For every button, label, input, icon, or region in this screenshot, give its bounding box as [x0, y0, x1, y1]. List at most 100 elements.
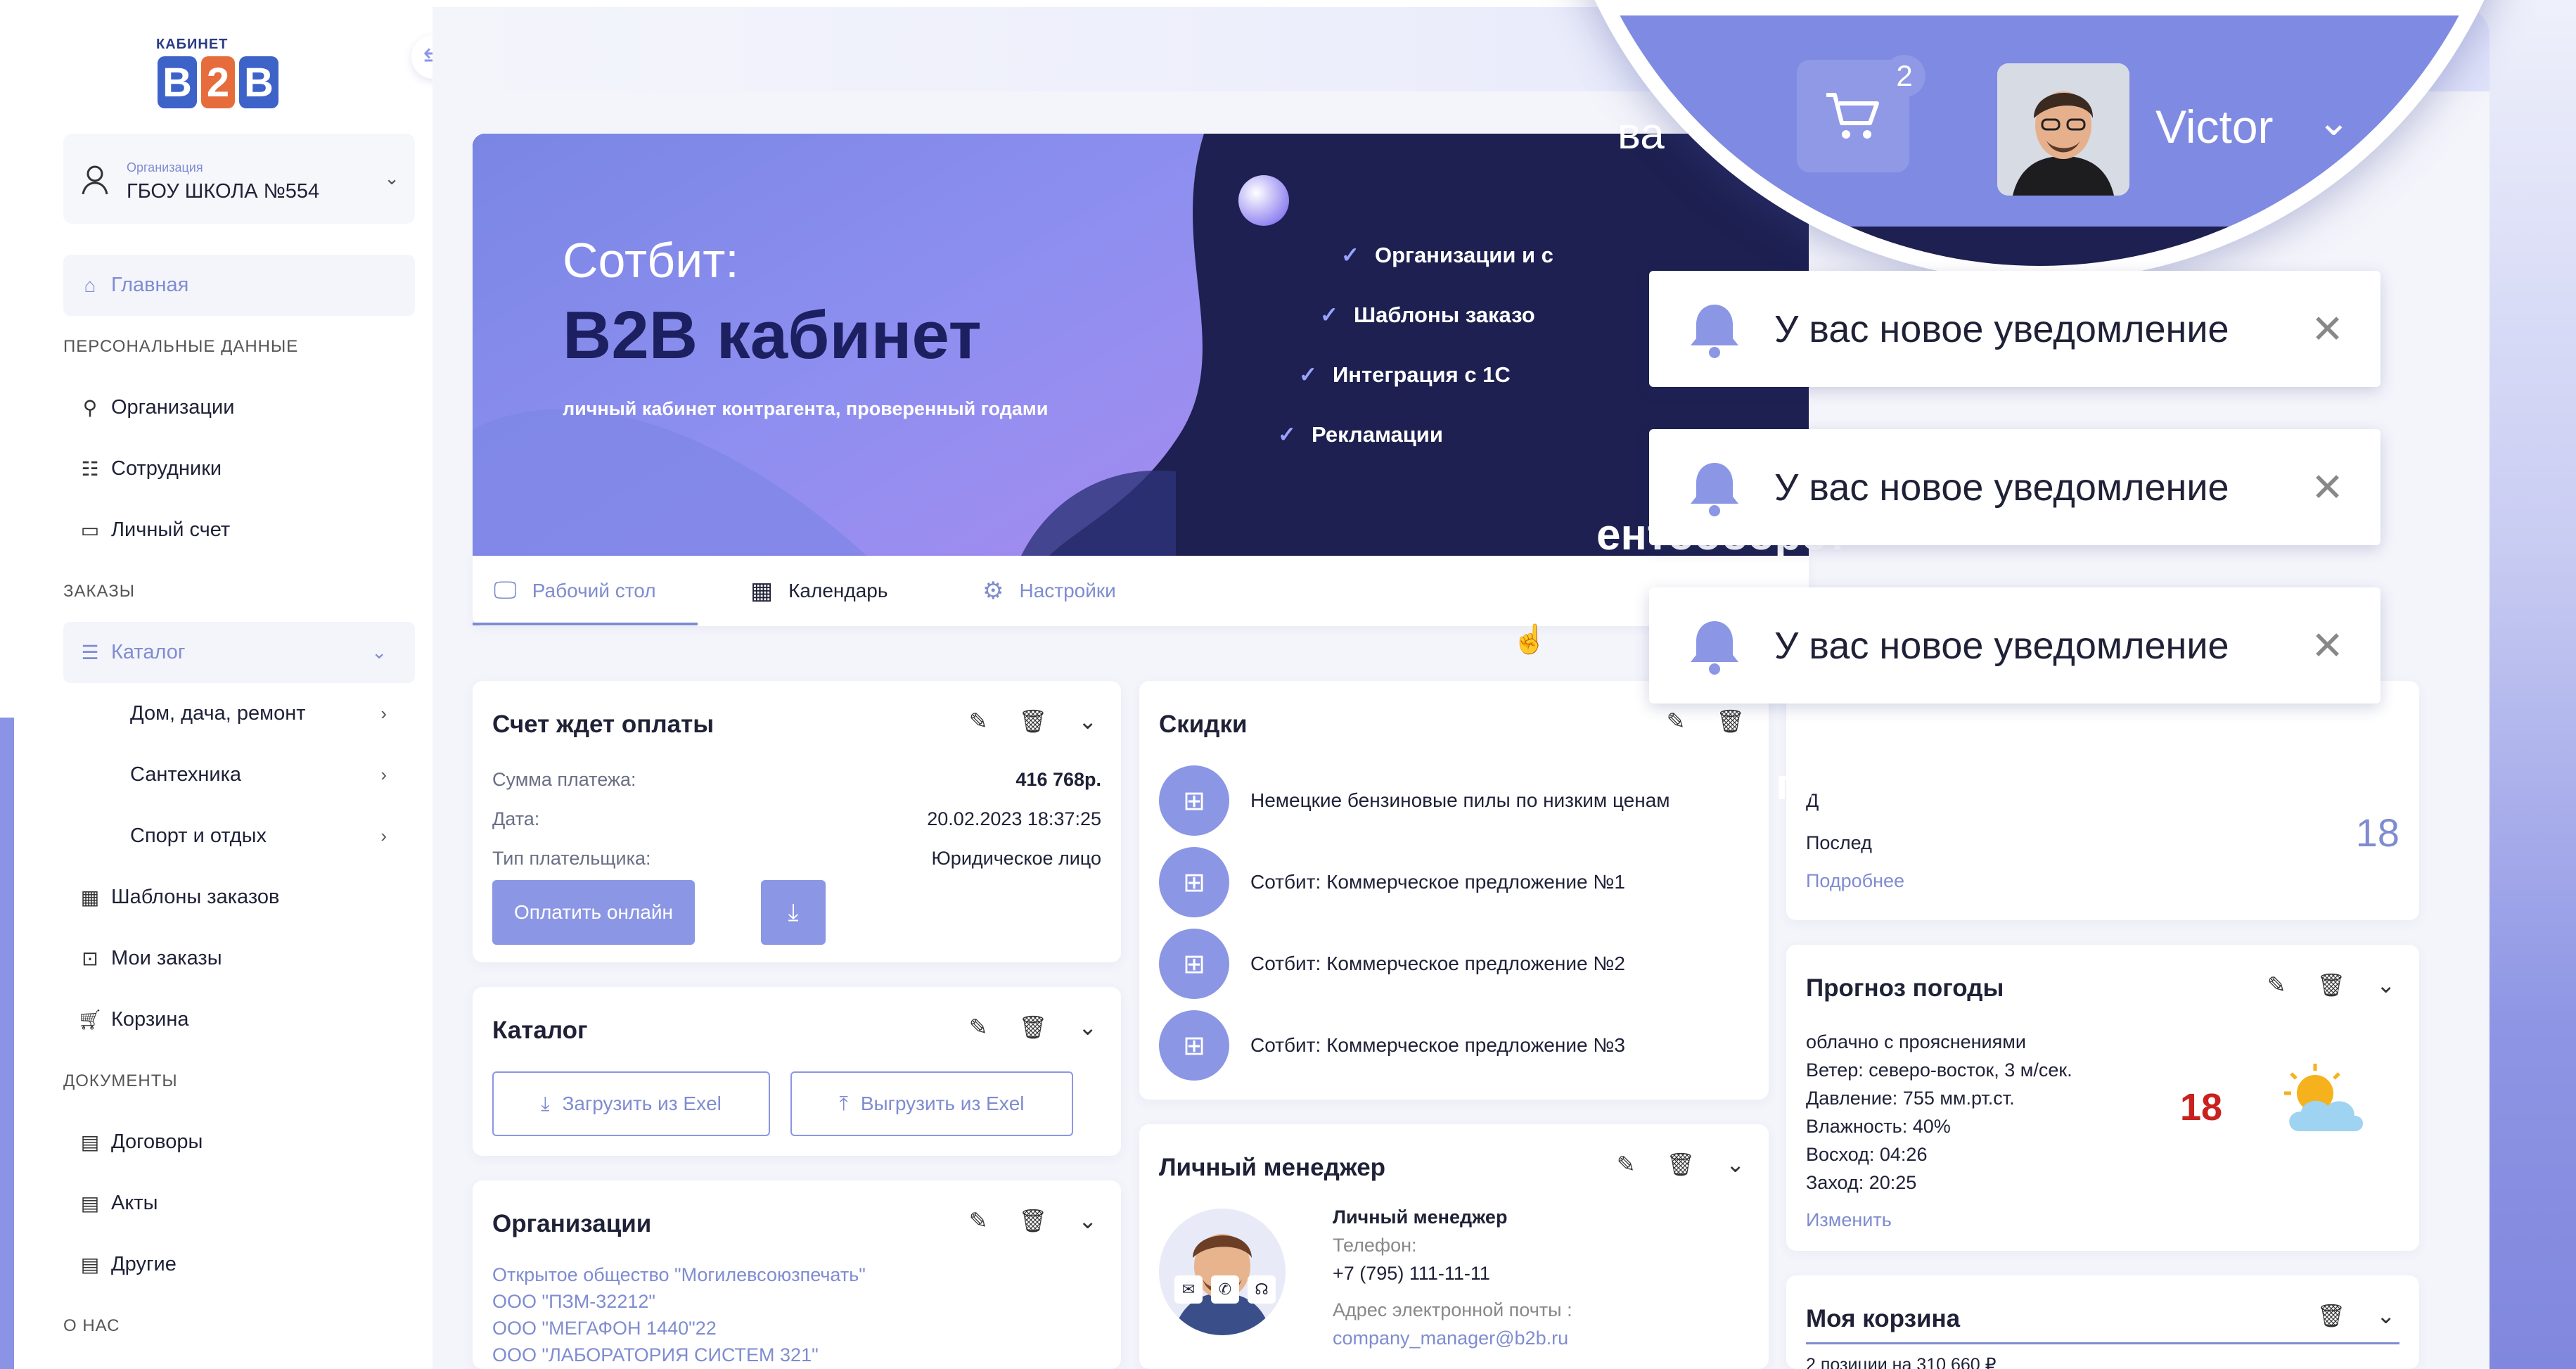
hero-bullet: ✓ Шаблоны заказо	[1320, 303, 1535, 328]
tab-desktop[interactable]: 🖵︎ Рабочий стол	[494, 577, 656, 604]
manager-card: Личный менеджер ✎ 🗑︎ ⌄ ✉ ✆ ☊ Личный менедж…	[1139, 1124, 1769, 1369]
notification-toast[interactable]: У вас новое уведомление ✕	[1649, 271, 2380, 387]
org-link[interactable]: ООО "ЛАБОРАТОРИЯ СИСТЕМ 321"	[492, 1342, 866, 1368]
weather-card: Прогноз погоды ✎ 🗑︎ ⌄ облачно с прояснения…	[1786, 945, 2419, 1251]
sidebar-item-employees[interactable]: ☷ Сотрудники	[63, 438, 415, 499]
chevron-down-icon[interactable]: ⌄	[2376, 972, 2395, 998]
cart-badge: 2	[1883, 55, 1925, 97]
pay-online-button[interactable]: Оплатить онлайн	[492, 880, 695, 945]
chevron-right-icon: ›	[380, 703, 387, 724]
upload-icon: ⤓	[541, 1092, 550, 1114]
trash-icon[interactable]: 🗑︎	[1716, 708, 1745, 734]
more-link[interactable]: Подробнее	[1806, 867, 1904, 894]
trash-icon[interactable]: 🗑︎	[1019, 1207, 1048, 1234]
sidebar-item-organizations[interactable]: ⚲ Организации	[63, 377, 415, 438]
pencil-icon[interactable]: ✎	[1667, 708, 1686, 734]
field-label: Сумма платежа:	[492, 769, 636, 790]
mail-icon[interactable]: ✉	[1174, 1275, 1203, 1304]
weather-line: Влажность: 40%	[1806, 1116, 1951, 1137]
zoomed-text-fragment: ва	[1617, 110, 1665, 158]
headset-icon[interactable]: ☊	[1248, 1275, 1276, 1304]
sidebar-item-contracts[interactable]: ▤ Договоры	[63, 1112, 415, 1173]
export-icon: ⤒	[839, 1092, 848, 1114]
sidebar-item-cat-sport[interactable]: Спорт и отдых ›	[63, 806, 415, 867]
logo[interactable]: КАБИНЕТ B 2 B	[148, 28, 295, 120]
check-icon: ✓	[1278, 422, 1296, 447]
sidebar-nav: ⌂ Главная ПЕРСОНАЛЬНЫЕ ДАННЫЕ ⚲ Организаци…	[63, 255, 415, 1356]
org-switcher[interactable]: Организация ГБОУ ШКОЛА №554 ⌄	[63, 134, 415, 224]
weather-details: облачно с прояснениями Ветер: северо-вос…	[1806, 1028, 2072, 1197]
change-link[interactable]: Изменить	[1806, 1206, 1892, 1233]
chevron-down-icon[interactable]: ⌄	[384, 167, 399, 189]
template-grid-icon: ▦	[80, 886, 100, 908]
download-exel-button[interactable]: ⤒ Выгрузить из Exel	[790, 1071, 1073, 1136]
trash-icon[interactable]: 🗑︎	[1019, 1014, 1048, 1040]
org-list: Открытое общество "Могилевсоюзпечать" ОО…	[492, 1261, 866, 1368]
chevron-down-icon: ⌄	[371, 642, 387, 663]
trash-icon[interactable]: 🗑︎	[1019, 708, 1048, 734]
button-label: Выгрузить из Exel	[860, 1093, 1025, 1114]
hero-title-line2: B2B кабинет	[563, 298, 982, 373]
chevron-down-icon[interactable]: ⌄	[1078, 1014, 1097, 1040]
pencil-icon[interactable]: ✎	[1617, 1151, 1636, 1178]
sidebar-item-catalog[interactable]: ☰ Каталог ⌄	[63, 622, 415, 683]
hero-bullet: ✓ Интеграция с 1С	[1299, 362, 1511, 388]
discount-item[interactable]: ⊞ Сотбит: Коммерческое предложение №1	[1159, 847, 1625, 917]
pencil-icon[interactable]: ✎	[969, 708, 988, 734]
org-name: ГБОУ ШКОЛА №554	[127, 180, 320, 203]
org-link[interactable]: ООО "ПЗМ-32212"	[492, 1288, 866, 1315]
catalog-card: Каталог ✎ 🗑︎ ⌄ ⤓ Загрузить из Exel ⤒ Выгрузи…	[473, 987, 1121, 1156]
notification-toast[interactable]: У вас новое уведомление ✕	[1649, 587, 2380, 703]
weather-line: облачно с прояснениями	[1806, 1031, 2026, 1052]
sidebar-item-templates[interactable]: ▦ Шаблоны заказов	[63, 867, 415, 928]
download-icon[interactable]: ⤓	[761, 880, 826, 945]
tab-calendar[interactable]: ▦ Календарь	[750, 577, 887, 605]
org-link[interactable]: ООО "МЕГАФОН 1440"22	[492, 1315, 866, 1342]
discount-item[interactable]: ⊞ Сотбит: Коммерческое предложение №2	[1159, 929, 1625, 999]
org-link[interactable]: Открытое общество "Могилевсоюзпечать"	[492, 1261, 866, 1288]
calendar-icon: ▦	[750, 578, 774, 604]
sidebar-item-cart[interactable]: 🛒︎ Корзина	[63, 989, 415, 1050]
manager-phone[interactable]: +7 (795) 111-11-11	[1333, 1259, 1572, 1287]
notification-text: У вас новое уведомление	[1774, 624, 2229, 667]
sidebar-item-account[interactable]: ▭ Личный счет	[63, 499, 415, 561]
notification-toast[interactable]: У вас новое уведомление ✕	[1649, 429, 2380, 545]
chevron-down-icon[interactable]: ⌄	[2317, 98, 2350, 145]
trash-icon[interactable]: 🗑︎	[2317, 1302, 2346, 1329]
upload-exel-button[interactable]: ⤓ Загрузить из Exel	[492, 1071, 770, 1136]
sidebar-item-acts[interactable]: ▤ Акты	[63, 1173, 415, 1234]
discount-item[interactable]: ⊞ Сотбит: Коммерческое предложение №3	[1159, 1010, 1625, 1081]
chevron-down-icon[interactable]: ⌄	[1078, 1207, 1097, 1234]
chevron-right-icon: ›	[380, 825, 387, 846]
sidebar-item-other[interactable]: ▤ Другие	[63, 1234, 415, 1295]
chevron-down-icon[interactable]: ⌄	[1078, 708, 1097, 734]
close-icon[interactable]: ✕	[2311, 306, 2344, 352]
sidebar-item-home[interactable]: ⌂ Главная	[63, 255, 415, 316]
user-name[interactable]: Victor	[2155, 100, 2274, 153]
trash-icon[interactable]: 🗑︎	[2317, 972, 2346, 998]
notification-text: У вас новое уведомление	[1774, 307, 2229, 350]
manager-email[interactable]: company_manager@b2b.ru	[1333, 1324, 1572, 1352]
discount-item[interactable]: ⊞ Немецкие бензиновые пилы по низким цена…	[1159, 765, 1670, 836]
chevron-down-icon[interactable]: ⌄	[2376, 1302, 2395, 1329]
notification-text: У вас новое уведомление	[1774, 466, 2229, 509]
apps-count: 18	[2355, 810, 2399, 855]
trash-icon[interactable]: 🗑︎	[1667, 1151, 1696, 1178]
close-icon[interactable]: ✕	[2311, 623, 2344, 669]
user-avatar[interactable]	[1997, 63, 2129, 196]
sidebar-item-cat-plumbing[interactable]: Сантехника ›	[63, 744, 415, 806]
close-icon[interactable]: ✕	[2311, 464, 2344, 511]
sidebar-item-my-orders[interactable]: ⊡ Мои заказы	[63, 928, 415, 989]
hero-bullet-text: Организации и с	[1374, 243, 1553, 267]
pencil-icon[interactable]: ✎	[969, 1207, 988, 1234]
chevron-down-icon[interactable]: ⌄	[1726, 1151, 1745, 1178]
tab-settings[interactable]: ⚙ Настройки	[982, 577, 1116, 605]
sidebar-item-label: Организации	[111, 396, 235, 419]
card-actions: ✎ 🗑︎ ⌄	[969, 1207, 1097, 1234]
manager-avatar: ✉ ✆ ☊	[1159, 1209, 1286, 1335]
pencil-icon[interactable]: ✎	[969, 1014, 988, 1040]
sidebar-item-label: Спорт и отдых	[130, 824, 267, 847]
phone-icon[interactable]: ✆	[1211, 1275, 1239, 1304]
sidebar-item-cat-home[interactable]: Дом, дача, ремонт ›	[63, 683, 415, 744]
pencil-icon[interactable]: ✎	[2267, 972, 2286, 998]
